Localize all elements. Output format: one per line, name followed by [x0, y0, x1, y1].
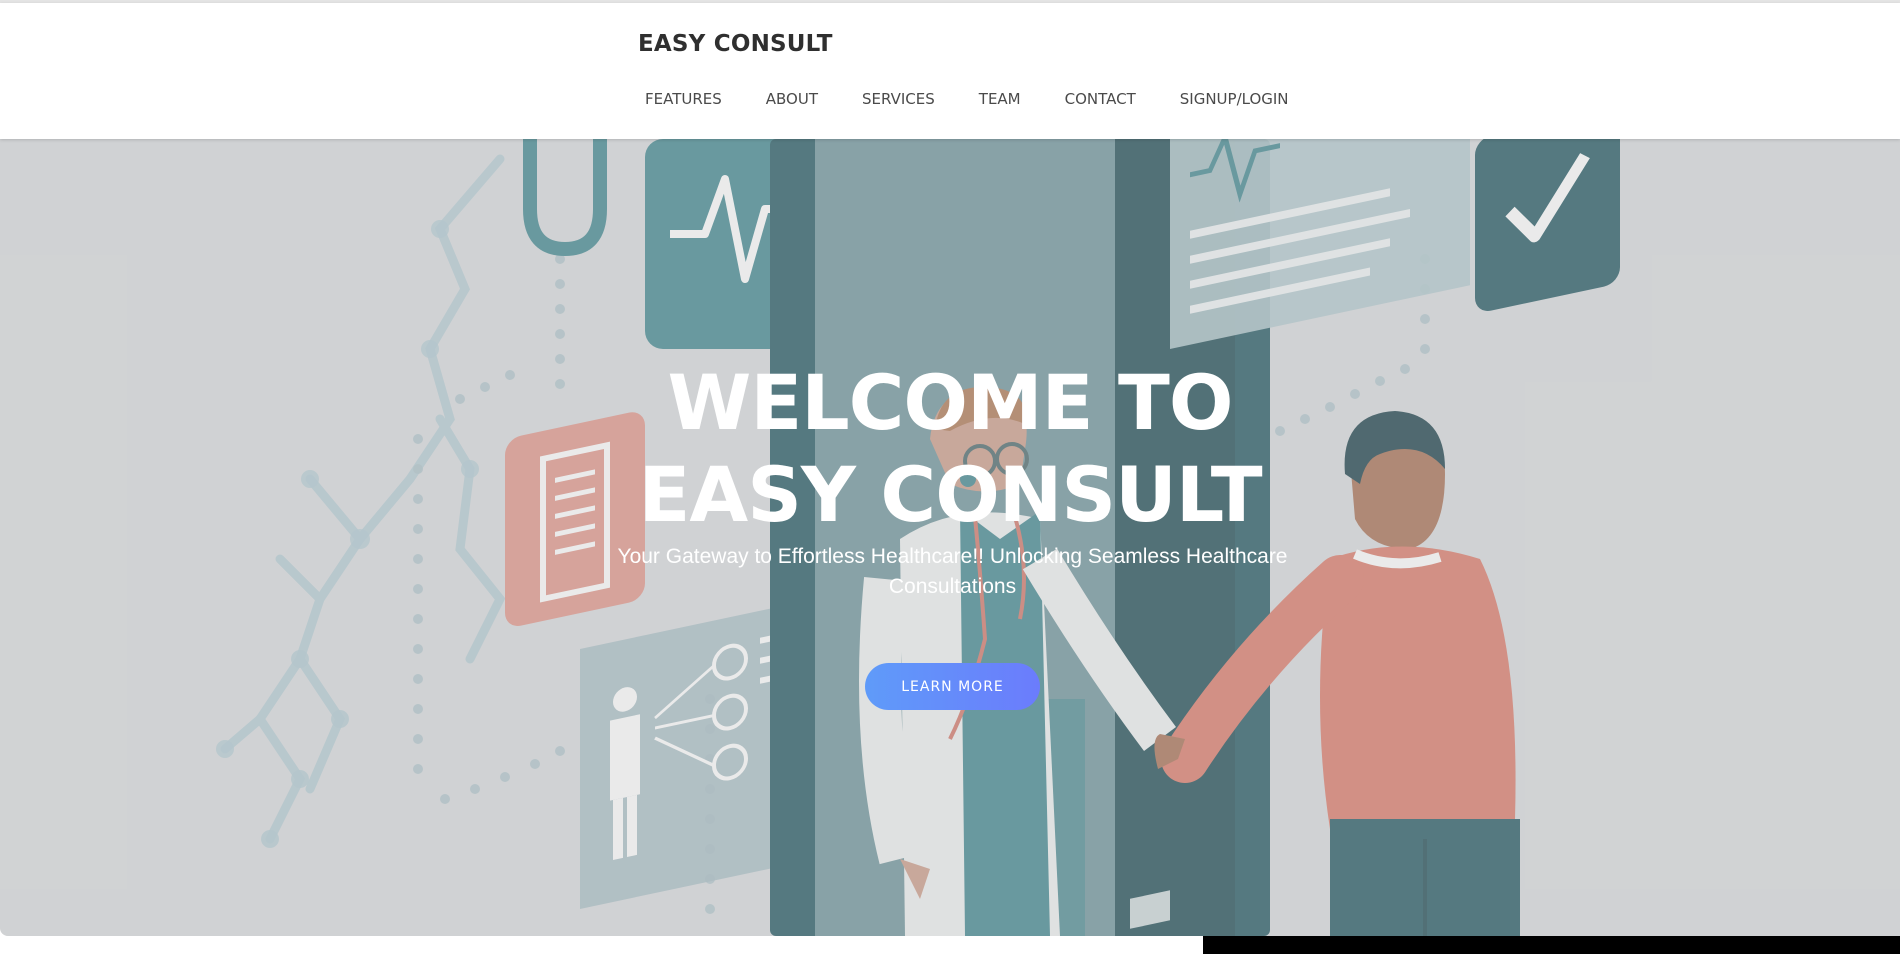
nav-contact[interactable]: CONTACT [1058, 88, 1143, 110]
nav-signup-login[interactable]: SIGNUP/LOGIN [1173, 88, 1296, 110]
nav-team[interactable]: TEAM [972, 88, 1028, 110]
brand-logo[interactable]: EASY CONSULT [638, 31, 833, 57]
learn-more-button[interactable]: LEARN MORE [865, 663, 1040, 710]
nav-about[interactable]: ABOUT [759, 88, 825, 110]
main-nav: FEATURES ABOUT SERVICES TEAM CONTACT SIG… [638, 87, 1296, 111]
site-header: EASY CONSULT FEATURES ABOUT SERVICES TEA… [0, 3, 1900, 139]
page-bottom-strip [0, 936, 1203, 954]
hero-title-line1: WELCOME TO [667, 358, 1233, 447]
nav-features[interactable]: FEATURES [638, 88, 729, 110]
hero-title: WELCOME TO EASY CONSULT [450, 357, 1450, 541]
page-bottom-dark-strip [1203, 936, 1900, 954]
hero-subtitle: Your Gateway to Effortless Healthcare!! … [617, 545, 1288, 598]
hero-title-line2: EASY CONSULT [638, 450, 1262, 539]
nav-services[interactable]: SERVICES [855, 88, 942, 110]
hero-section: WELCOME TO EASY CONSULT Your Gateway to … [0, 139, 1900, 936]
